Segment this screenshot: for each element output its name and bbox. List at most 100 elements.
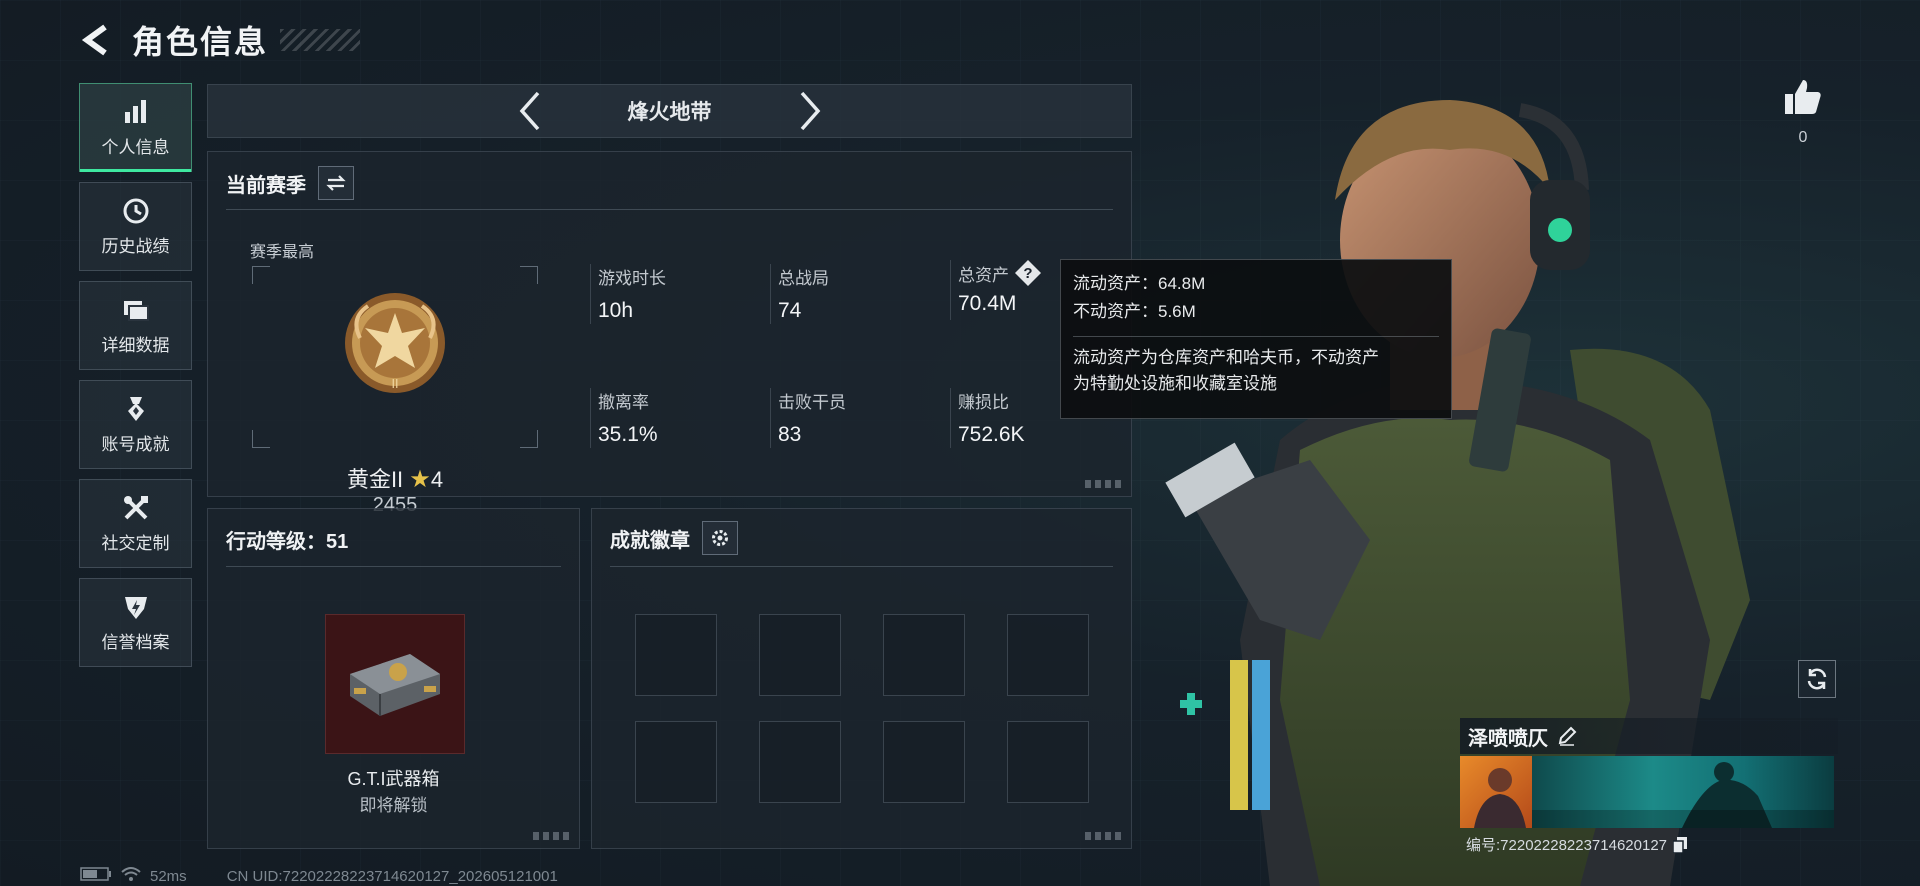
achievements-header: 成就徽章 bbox=[610, 521, 738, 555]
player-name-row: 泽喷喷仄 bbox=[1460, 718, 1838, 754]
back-arrow-icon bbox=[81, 24, 107, 56]
swap-icon bbox=[326, 175, 346, 191]
achievement-slot[interactable] bbox=[1007, 721, 1089, 803]
stat-value: 70.4M bbox=[958, 292, 1017, 315]
stat-value: 35.1% bbox=[598, 423, 658, 446]
title-decoration bbox=[280, 29, 361, 51]
bar-chart-icon bbox=[121, 97, 151, 127]
tooltip-desc-line1: 流动资产为仓库资产和哈夫币，不动资产 bbox=[1073, 348, 1379, 367]
weapon-case-icon bbox=[350, 654, 440, 716]
sidebar-item-label: 详细数据 bbox=[101, 336, 170, 355]
refresh-icon bbox=[1807, 668, 1827, 690]
medal-icon bbox=[121, 394, 151, 424]
mode-selector: 烽火地带 bbox=[207, 84, 1132, 138]
player-name: 泽喷喷仄 bbox=[1468, 727, 1548, 750]
rank-badge-icon: II bbox=[345, 293, 445, 393]
rotate-model-button[interactable] bbox=[1798, 660, 1836, 698]
rank-badge-frame: II bbox=[252, 266, 538, 448]
clock-icon bbox=[121, 196, 151, 226]
achievement-slot[interactable] bbox=[759, 721, 841, 803]
sidebar-item-label: 历史战绩 bbox=[101, 237, 170, 256]
stat-operators-defeated: 击败干员 83 bbox=[770, 388, 846, 448]
stat-extraction-rate: 撤离率 35.1% bbox=[590, 388, 658, 448]
mode-next-button[interactable] bbox=[790, 91, 830, 131]
achievements-title: 成就徽章 bbox=[610, 529, 690, 552]
help-icon[interactable]: ? bbox=[1015, 260, 1041, 286]
achievement-slot[interactable] bbox=[883, 721, 965, 803]
corner-decoration bbox=[1085, 480, 1123, 488]
like-area: 0 bbox=[1781, 78, 1825, 147]
reward-name: G.T.I武器箱 bbox=[347, 769, 440, 789]
player-images bbox=[1460, 756, 1838, 828]
divider bbox=[226, 566, 561, 567]
header: 角色信息 bbox=[78, 18, 361, 62]
svg-text:II: II bbox=[391, 377, 398, 391]
sidebar-item-social-custom[interactable]: 社交定制 bbox=[79, 479, 192, 568]
stat-label-row: 总资产 ? bbox=[958, 260, 1041, 286]
stat-value: 10h bbox=[598, 299, 634, 322]
corner-decoration bbox=[1085, 832, 1123, 840]
shield-icon bbox=[121, 592, 151, 622]
sidebar-item-label: 社交定制 bbox=[101, 534, 170, 553]
player-banner[interactable] bbox=[1532, 756, 1834, 828]
sidebar-item-detailed-data[interactable]: 详细数据 bbox=[79, 281, 192, 370]
mode-prev-button[interactable] bbox=[510, 91, 550, 131]
sidebar-item-reputation[interactable]: 信誉档案 bbox=[79, 578, 192, 667]
stat-label: 总战局 bbox=[778, 269, 829, 288]
assets-tooltip: 流动资产：64.8M 不动资产：5.6M 流动资产为仓库资产和哈夫币，不动资产 … bbox=[1060, 259, 1452, 419]
like-button[interactable] bbox=[1781, 78, 1825, 121]
gear-icon bbox=[712, 530, 728, 546]
stat-label: 赚损比 bbox=[958, 393, 1009, 412]
page-title: 角色信息 bbox=[132, 24, 269, 60]
season-best-label: 赛季最高 bbox=[250, 244, 315, 261]
action-level-title: 行动等级：51 bbox=[226, 531, 349, 553]
achievement-slot[interactable] bbox=[1007, 614, 1089, 696]
corner-decoration bbox=[533, 832, 571, 840]
status-bar: 52ms CN UID:7220222822371462012​7_202605… bbox=[80, 866, 566, 886]
stat-profit-loss: 赚损比 752.6K bbox=[950, 388, 1025, 448]
like-count: 0 bbox=[1798, 129, 1808, 146]
achievement-slot[interactable] bbox=[759, 614, 841, 696]
avatar[interactable] bbox=[1460, 756, 1532, 828]
achievements-settings-button[interactable] bbox=[702, 521, 738, 555]
divider bbox=[226, 209, 1113, 210]
back-button[interactable] bbox=[78, 20, 118, 60]
achievement-slot[interactable] bbox=[635, 721, 717, 803]
season-panel: 当前赛季 赛季最高 II 黄金II ★4 2455 游戏时长 10h 总战局 7… bbox=[207, 151, 1132, 516]
divider bbox=[610, 566, 1113, 567]
reward-item[interactable] bbox=[325, 614, 465, 754]
ping-text: 52ms bbox=[150, 867, 187, 885]
season-switch-button[interactable] bbox=[318, 166, 354, 200]
edit-name-button[interactable] bbox=[1554, 723, 1580, 749]
copy-icon bbox=[1673, 836, 1688, 853]
sidebar-item-personal-info[interactable]: 个人信息 bbox=[79, 83, 192, 172]
season-title: 当前赛季 bbox=[226, 174, 306, 197]
copy-uid-button[interactable] bbox=[1671, 836, 1689, 854]
rank-stars: 4 bbox=[430, 467, 444, 492]
rank-name-row: 黄金II ★4 bbox=[252, 462, 538, 494]
reward-status: 即将解锁 bbox=[359, 796, 428, 815]
player-uid-row: 编号:7220222822371462012​7 bbox=[1460, 834, 1838, 855]
wifi-icon bbox=[120, 866, 142, 886]
stat-value: 752.6K bbox=[958, 423, 1025, 446]
chevron-right-icon bbox=[800, 91, 820, 131]
achievement-slot[interactable] bbox=[883, 614, 965, 696]
pencil-icon bbox=[1558, 726, 1577, 746]
stat-value: 83 bbox=[778, 423, 802, 446]
sidebar-item-achievements[interactable]: 账号成就 bbox=[79, 380, 192, 469]
stat-total-matches: 总战局 74 bbox=[770, 264, 829, 324]
stat-label: 撤离率 bbox=[598, 393, 649, 412]
action-level-panel: 行动等级：51 G.T.I武器箱 即将解锁 bbox=[207, 508, 580, 849]
stat-play-time: 游戏时长 10h bbox=[590, 264, 666, 324]
mode-name: 烽火地带 bbox=[627, 101, 712, 124]
achievement-slot[interactable] bbox=[635, 614, 717, 696]
sidebar: 个人信息 历史战绩 详细数据 账号成就 社交定制 信誉档案 bbox=[79, 83, 192, 677]
folder-icon bbox=[121, 295, 151, 325]
tools-icon bbox=[121, 493, 151, 523]
tooltip-divider bbox=[1073, 336, 1439, 337]
sidebar-item-match-history[interactable]: 历史战绩 bbox=[79, 182, 192, 271]
season-panel-header: 当前赛季 bbox=[226, 166, 354, 200]
tooltip-desc-line2: 为特勤处设施和收藏室设施 bbox=[1073, 374, 1277, 393]
thumbs-up-icon bbox=[1785, 80, 1821, 114]
fixed-assets-text: 不动资产：5.6M bbox=[1073, 302, 1196, 321]
